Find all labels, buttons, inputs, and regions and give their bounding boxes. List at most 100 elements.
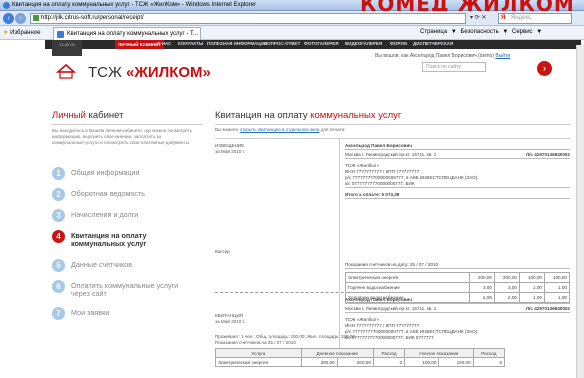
sidebar-item-requests[interactable]: 7 Мои заявки [52, 307, 202, 323]
page-title-text: Квитанция на оплату [215, 110, 311, 121]
sidebar-item-label: Общая информация [71, 168, 140, 177]
payer-line: Аксельрод Павел Борисович [345, 297, 570, 304]
sidebar-item-meters[interactable]: 5 Данные счетчиков [52, 259, 202, 275]
user-name: Вы вошли, как Аксельрод Павел Борисович … [375, 53, 494, 59]
url-field[interactable]: http://jilk.citrus-soft.ru/personal/rece… [30, 13, 466, 24]
nav-video-gallery[interactable]: ВИДЕОГАЛЕРЕЯ [345, 41, 382, 46]
reading-cell: 100,00 [438, 357, 474, 367]
notice-period: за Май 2010 г. [215, 149, 246, 154]
tab-title: Квитанция на оплату коммунальных услуг -… [67, 31, 199, 37]
meter-value: 3,00 [469, 282, 495, 293]
item-number: 1 [52, 167, 65, 180]
sidebar-item-label: Данные счетчиков [71, 260, 133, 269]
column-header: Расход [472, 348, 506, 358]
receipt-notice: ИЗВЕЩЕНИЕ за Май 2010 г. Кассир Аксельрод… [215, 138, 570, 303]
sidebar-item-label: Оборотная ведомость [71, 189, 146, 198]
browser-search-placeholder: Яндекс [511, 15, 532, 21]
page-title: Квитанция на оплату коммунальных услуг [215, 110, 570, 125]
meter-value: 1,00 [544, 282, 570, 293]
yandex-icon: Я [501, 15, 506, 21]
payer-name: Аксельрод Павел Борисович [345, 143, 412, 148]
sidebar-item-pay-online[interactable]: 6 Оплатить коммунальные услуги через сайт [52, 280, 202, 302]
nav-useful-info[interactable]: ПОЛЕЗНАЯ ИНФОРМАЦИЯ [207, 41, 267, 46]
item-number: 3 [52, 209, 65, 222]
notice-header: ИЗВЕЩЕНИЕ за Май 2010 г. [215, 143, 245, 155]
receipt-header: КВИТАНЦИЯ за Май 2010 г. [215, 313, 245, 325]
ie-icon [3, 2, 10, 9]
payer-line: Аксельрод Павел Борисович [345, 143, 570, 150]
logo-brand: «ЖИЛКОМ» [126, 64, 211, 81]
nav-forum[interactable]: ФОРУМ [390, 41, 407, 46]
column-header: Дневное показание [300, 348, 374, 358]
reading-cell: Электрическая энергия [215, 357, 302, 367]
vertical-scrollbar[interactable] [576, 45, 584, 378]
meter-value: 100,00 [544, 272, 570, 283]
item-number: 5 [52, 259, 65, 272]
nav-contacts[interactable]: КОНТАКТЫ [178, 41, 203, 46]
nav-photo-gallery[interactable]: ФОТОГАЛЕРЕЯ [304, 41, 338, 46]
sidebar-title: Личный кабинет [52, 110, 202, 125]
refresh-stop-icons[interactable]: ▾ ⟳ ✕ [470, 14, 486, 21]
open-receipt-link[interactable]: открыть квитанцию в отдельном окне [240, 127, 320, 132]
column-header: Ночное показание [404, 348, 474, 358]
payer-address: Москва г, Ленинградский пр-кт, 15711, кв… [345, 152, 437, 157]
browser-tab[interactable]: Квитанция на оплату коммунальных услуг -… [53, 27, 201, 40]
logout-link[interactable]: Выйти [495, 53, 510, 59]
meter-value: 100,00 [519, 272, 545, 283]
meter-value: 200,00 [469, 272, 495, 283]
column-header: Услуга [215, 348, 302, 358]
date-widget: 12.05.09 [52, 40, 82, 56]
search-go-button[interactable]: › [537, 61, 552, 76]
meter-name: Горячее водоснабжение [345, 282, 470, 293]
address-line: Москва г, Ленинградский пр-кт, 15711, кв… [345, 152, 570, 159]
print-prefix: Вы можете [215, 127, 240, 132]
browser-search-input[interactable]: Я Яндекс [498, 13, 572, 24]
sidebar-item-label: Начисления и долги [71, 210, 139, 219]
table-header-row: Услуга Дневное показание Расход Ночное пока… [215, 348, 506, 358]
favorites-bar: ★ Избранное Квитанция на оплату коммунал… [0, 26, 584, 40]
item-number: 2 [52, 188, 65, 201]
forward-button[interactable]: › [15, 13, 26, 24]
nav-about[interactable]: О НАС [157, 41, 171, 46]
item-number: 4 [52, 230, 65, 243]
address-line: Москва г, Ленинградский пр-кт, 15711, кв… [345, 306, 570, 313]
total-amount: Итого к оплате: 5 073,38 [345, 192, 400, 197]
sidebar-item-turnover[interactable]: 2 Оборотная ведомость [52, 188, 202, 204]
org-ks: к/с 07777777770000000777, БИК [345, 181, 570, 188]
account-number: Л/с 42970136840002 [525, 306, 570, 311]
item-number: 7 [52, 307, 65, 320]
sidebar-item-general[interactable]: 1 Общая информация [52, 167, 202, 183]
window-title: Квитанция на оплату коммунальных услуг -… [12, 2, 256, 8]
meter-value: 1,00 [519, 282, 545, 293]
back-button[interactable]: ‹ [3, 13, 14, 24]
meters-summary: Проживает: 1 чел.; Общ. площадь: 200,00;… [215, 334, 570, 367]
meter-value: 3,00 [494, 282, 520, 293]
sidebar: Личный кабинет Вы находитесь в Вашем лич… [52, 110, 202, 320]
column-header: Расход [372, 348, 406, 358]
cashier-label: Кассир [215, 249, 230, 254]
payer-name: Аксельрод Павел Борисович [345, 297, 412, 302]
site-page: ЛИЧНЫЙ КАБИНЕТ О НАС КОНТАКТЫ ПОЛЕЗНАЯ И… [0, 40, 584, 378]
favorites-button[interactable]: ★ Избранное [3, 29, 40, 36]
nav-faq[interactable]: ВОПРОС-ОТВЕТ [264, 41, 300, 46]
sidebar-item-label: Оплатить коммунальные услуги через сайт [71, 281, 179, 298]
sidebar-title-rest: кабинет [85, 110, 124, 121]
tab-favicon [57, 31, 64, 38]
table-row: Электрическая энергия 200,00 200,00 0 100,00… [215, 357, 506, 367]
reading-cell: 200,00 [300, 357, 338, 367]
favorites-label: Избранное [10, 30, 41, 36]
site-logo[interactable]: ТСЖ «ЖИЛКОМ» [88, 64, 211, 81]
sidebar-item-receipt[interactable]: 4 Квитанция на оплату коммунальных услуг [52, 230, 202, 252]
url-text: http://jilk.citrus-soft.ru/personal/rece… [41, 15, 144, 21]
nav-dispatch[interactable]: ДИСПЕТЧЕРСКАЯ [413, 41, 453, 46]
command-bar[interactable]: Страница ▼ Безопасность ▼ Сервис ▼ [420, 29, 542, 35]
site-search-input[interactable]: Поиск по сайту [422, 62, 486, 72]
reading-cell: 200,00 [336, 357, 374, 367]
meters-date-line: Показания счетчиков на 25 / 07 / 2010 [215, 340, 296, 345]
top-navigation: ЛИЧНЫЙ КАБИНЕТ О НАС КОНТАКТЫ ПОЛЕЗНАЯ И… [45, 40, 581, 49]
payer-address: Москва г, Ленинградский пр-кт, 15711, кв… [345, 306, 437, 311]
sidebar-item-charges[interactable]: 3 Начисления и долги [52, 209, 202, 225]
print-hint: Вы можете открыть квитанцию в отдельном … [215, 127, 346, 132]
page-icon [33, 15, 39, 21]
sidebar-item-label: Мои заявки [71, 308, 110, 317]
